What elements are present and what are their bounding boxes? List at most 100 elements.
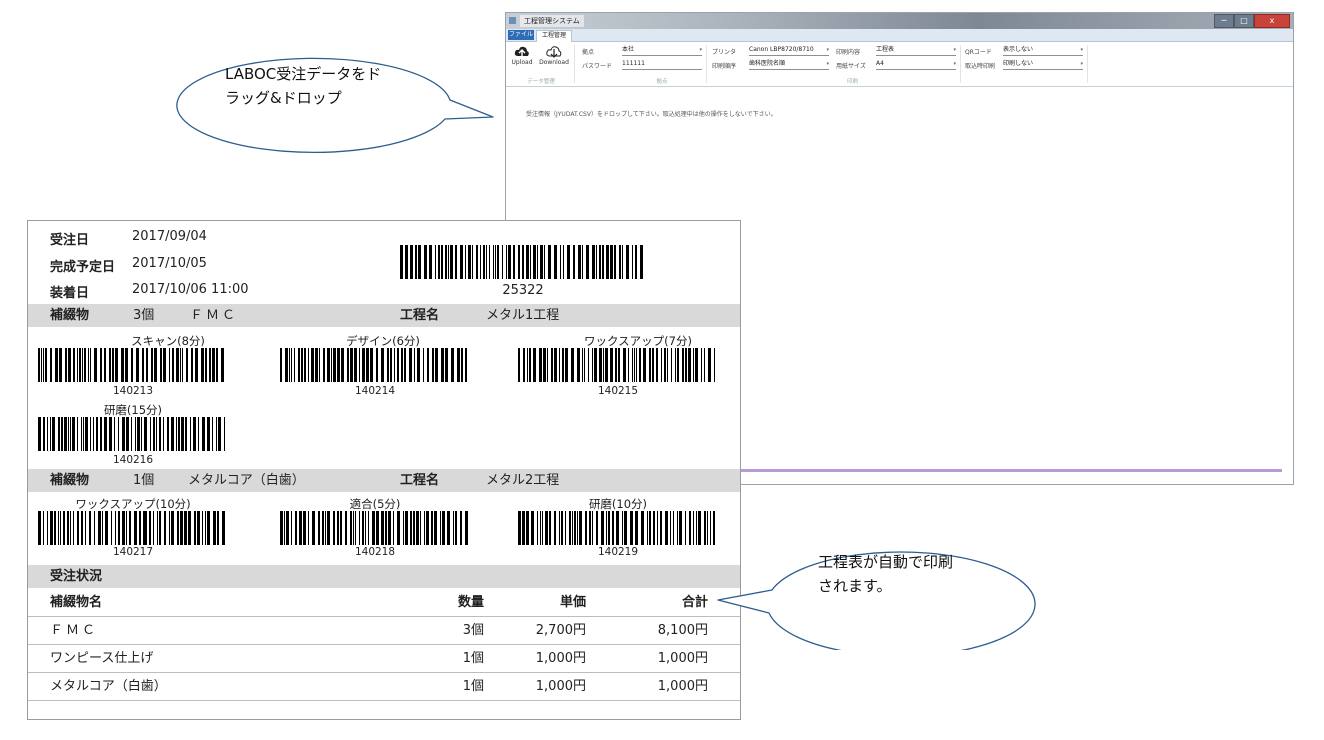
barcode-bar [384,511,387,545]
download-button[interactable]: Download [537,44,571,72]
barcode-bar [142,511,144,545]
barcode-bar [707,511,708,545]
barcode-bar [326,348,330,382]
barcode-bar [290,511,292,545]
qr-code-select[interactable]: 表示しない ▾ [1003,46,1083,56]
barcode-bar [457,348,461,382]
step-barcode [518,348,718,382]
barcode-bar [307,348,309,382]
barcode-bar [442,511,446,545]
cell-qty: 1個 [462,679,484,694]
barcode-bar [375,511,379,545]
barcode-bar [89,511,92,545]
base-select[interactable]: 本社 ▾ [622,46,702,56]
barcode-bar [409,511,412,545]
barcode-bar [418,245,421,279]
barcode-bar [171,511,174,545]
group-label-print: 印刷 [846,79,858,85]
barcode-bar [577,511,578,545]
paper-size-select[interactable]: A4 ▾ [876,60,956,70]
download-label: Download [539,59,569,66]
step-barcode [38,348,228,382]
barcode-bar [318,348,320,382]
window-title: 工程管理システム [520,15,584,27]
fit-date-label: 装着日 [50,286,90,301]
barcode-bar [649,348,651,382]
barcode-bar [185,417,187,451]
barcode-bar [710,511,711,545]
import-print-value: 印刷しない [1003,60,1034,67]
barcode-bar [549,511,551,545]
table-row: ワンピース仕上げ 1個 1,000円 1,000円 [28,647,740,670]
barcode-bar [392,511,394,545]
barcode-bar [440,511,442,545]
step-label: スキャン(8分) [131,334,205,348]
cell-unit-price: 1,000円 [535,651,586,666]
barcode-bar [216,417,217,451]
barcode-bar [413,348,415,382]
tab-process-management[interactable]: 工程管理 [536,30,572,42]
barcode-bar [222,511,226,545]
barcode-bar [330,348,332,382]
barcode-bar [623,348,626,382]
barcode-bar [647,511,648,545]
barcode-bar [451,348,455,382]
barcode-bar [483,245,485,279]
barcode-bar [131,348,133,382]
barcode-bar [584,348,585,382]
printer-select[interactable]: Canon LBP8720/8710 ▾ [749,46,829,56]
barcode-bar [415,245,417,279]
barcode-bar [46,511,48,545]
barcode-bar [47,417,48,451]
barcode-bar [563,245,564,279]
barcode-bar [122,417,125,451]
barcode-bar [489,245,490,279]
barcode-bar [685,511,686,545]
barcode-bar [81,511,84,545]
password-field[interactable]: 111111 [622,60,702,70]
barcode-bar [682,348,684,382]
barcode-bar [599,348,602,382]
qr-code-value: 表示しない [1003,46,1034,53]
close-button[interactable]: x [1254,14,1290,28]
barcode-bar [79,348,81,382]
barcode-bar [43,417,45,451]
barcode-bar [603,348,604,382]
barcode-bar [689,511,691,545]
item-qty: 3個 [133,308,155,323]
barcode-bar [445,348,449,382]
barcode-bar [94,511,96,545]
file-menu-tab[interactable]: ファイル [508,30,534,40]
barcode-bar [110,511,112,545]
barcode-bar [154,348,157,382]
barcode-bar [626,245,629,279]
barcode-bar [465,245,466,279]
print-content-select[interactable]: 工程表 ▾ [876,46,956,56]
barcode-bar [465,348,468,382]
maximize-button[interactable]: □ [1234,14,1254,28]
barcode-bar [327,511,331,545]
barcode-bar [307,511,309,545]
import-print-select[interactable]: 印刷しない ▾ [1003,60,1083,70]
cell-total: 8,100円 [657,623,708,638]
ribbon-separator [574,45,575,83]
print-order-select[interactable]: 歯科医院名順 ▾ [749,60,829,70]
barcode-bar [144,417,147,451]
barcode-bar [209,348,211,382]
barcode-bar [337,348,341,382]
barcode-bar [73,348,75,382]
process-name: メタル2工程 [486,473,560,488]
barcode-bar [472,245,473,279]
qr-code-label: QRコード [965,49,992,56]
minimize-button[interactable]: ─ [1214,14,1234,28]
barcode-bar [408,348,412,382]
barcode-bar [582,348,583,382]
barcode-bar [43,348,44,382]
step-label: 研磨(15分) [103,403,163,417]
barcode-bar [195,348,198,382]
barcode-bar [121,511,125,545]
chevron-down-icon: ▾ [699,47,702,53]
barcode-bar [193,417,196,451]
barcode-bar [506,245,507,279]
print-order-label: 印刷順序 [712,63,737,70]
